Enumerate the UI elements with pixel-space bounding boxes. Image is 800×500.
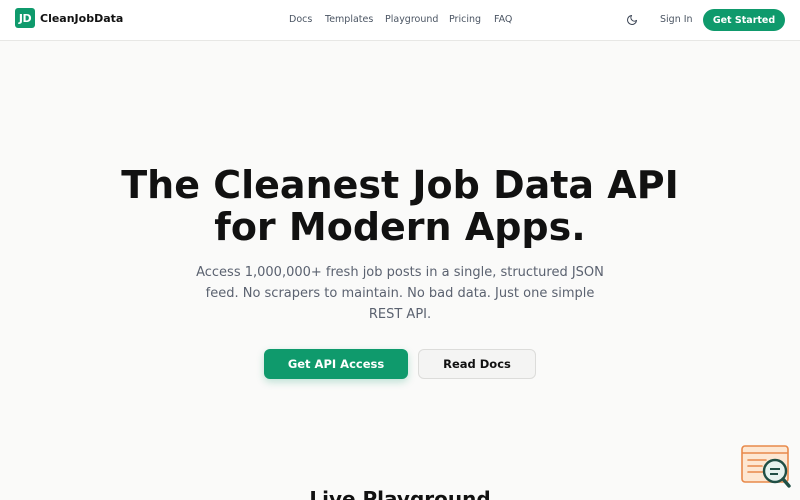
page: JD CleanJobData Docs Templates Playgroun… xyxy=(0,0,800,500)
nav-link-templates[interactable]: Templates xyxy=(325,13,373,27)
nav-link-docs[interactable]: Docs xyxy=(289,13,312,27)
nav-link-pricing[interactable]: Pricing xyxy=(449,13,481,27)
theme-toggle-button[interactable] xyxy=(624,12,640,28)
playground-heading: Live Playground xyxy=(309,487,491,500)
hero-title: The Cleanest Job Data API for Modern App… xyxy=(0,164,800,248)
chat-search-icon xyxy=(741,445,791,488)
hero-title-line-1: The Cleanest Job Data API xyxy=(121,163,679,207)
chat-widget-button[interactable] xyxy=(740,444,792,490)
moon-icon xyxy=(627,15,637,25)
nav-link-playground[interactable]: Playground xyxy=(385,13,438,27)
top-navbar: JD CleanJobData Docs Templates Playgroun… xyxy=(0,0,800,41)
sign-in-link[interactable]: Sign In xyxy=(660,13,693,27)
get-started-button[interactable]: Get Started xyxy=(703,9,785,31)
read-docs-button[interactable]: Read Docs xyxy=(418,349,536,379)
hero-title-line-2: for Modern Apps. xyxy=(214,205,586,249)
nav-link-faq[interactable]: FAQ xyxy=(494,13,512,27)
get-api-access-button[interactable]: Get API Access xyxy=(264,349,408,379)
hero-subtitle: Access 1,000,000+ fresh job posts in a s… xyxy=(196,265,604,322)
